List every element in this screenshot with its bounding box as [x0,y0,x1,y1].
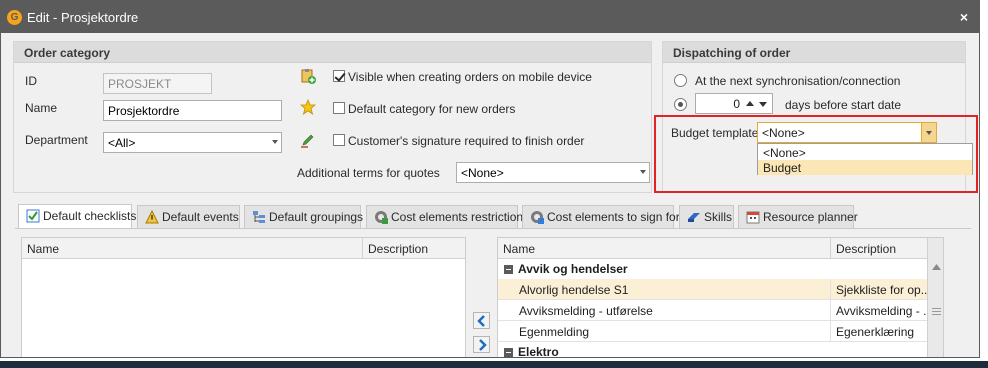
sync-radio[interactable] [674,74,687,87]
scroll-grip-icon[interactable] [932,308,941,315]
row-name: Alvorlig hendelse S1 [514,279,831,300]
scroll-up-icon[interactable] [932,264,941,270]
additional-terms-label: Additional terms for quotes [297,166,440,180]
close-button[interactable]: × [955,8,973,26]
row-description: Sjekkliste for op... [836,283,927,297]
cost-restriction-icon [375,211,388,224]
additional-terms-select[interactable]: <None> [456,162,650,183]
department-value: <All> [108,136,136,150]
tab-resource-planner[interactable]: Resource planner [738,205,858,229]
dispatching-header: Dispatching of order [663,42,965,63]
chevron-right-icon [479,339,487,351]
tab-default-groupings[interactable]: Default groupings [244,205,364,229]
assigned-checklists-grid[interactable]: Name Description [21,237,466,357]
chevron-left-icon [477,315,485,327]
days-before-label: days before start date [785,98,902,112]
tab-cost-elements-sign[interactable]: Cost elements to sign for [522,205,680,229]
signature-required-label: Customer's signature required to finish … [348,134,585,148]
tab-label: Default events [162,210,239,224]
tab-label: Cost elements to sign for [547,210,680,224]
department-select[interactable]: <All> [103,132,282,153]
column-header-description[interactable]: Description [363,238,465,259]
tab-label: Default checklists [43,209,137,223]
title-bar: G Edit - Prosjektordre × [1,1,979,33]
available-checklists-grid[interactable]: Name Description Avvik og hendelser Alvo… [497,237,944,358]
order-category-header: Order category [14,42,651,63]
clipboard-add-icon [301,69,316,84]
tab-label: Cost elements restriction [391,210,524,224]
move-left-button[interactable] [473,312,490,329]
highlight-annotation [654,115,978,193]
days-radio[interactable] [674,98,687,111]
tab-cost-elements-restriction[interactable]: Cost elements restriction [366,205,523,229]
events-icon [145,210,159,224]
chevron-down-icon [640,170,646,174]
days-spinner[interactable]: 0 [695,93,773,114]
group-name: Avvik og hendelser [518,262,628,276]
group-name: Elektro [518,345,559,358]
row-name: Egenmelding [514,321,831,342]
tab-label: Default groupings [269,210,364,224]
group-row[interactable]: Elektro [498,343,927,358]
sync-option-label: At the next synchronisation/connection [695,74,901,88]
row-name: Avviksmelding - utførelse [514,300,831,321]
tab-skills[interactable]: Skills [679,205,734,229]
calendar-icon [746,211,760,224]
cost-sign-icon [531,211,544,224]
grid-header: Name Description [498,238,927,259]
visible-mobile-checkbox[interactable] [333,70,345,82]
edit-dialog: G Edit - Prosjektordre × Order category … [0,0,980,358]
chevron-down-icon [272,140,278,144]
table-row[interactable]: Alvorlig hendelse S1 Sjekkliste for op..… [498,279,927,300]
column-header-name[interactable]: Name [22,238,363,259]
group-row[interactable]: Avvik og hendelser [498,260,927,279]
id-label: ID [25,74,37,88]
app-logo-icon: G [7,10,22,25]
tab-strip-border [15,228,971,229]
tab-label: Skills [704,210,733,224]
name-field[interactable]: Prosjektordre [103,100,282,121]
table-row[interactable]: Egenmelding Egenerklæring [498,321,927,342]
pen-signature-icon [301,134,314,148]
visible-mobile-label: Visible when creating orders on mobile d… [348,70,592,84]
column-header-name[interactable]: Name [498,238,831,259]
table-row[interactable]: Avviksmelding - utførelse Avviksmelding … [498,300,927,321]
spin-down-icon[interactable] [759,102,767,107]
skills-icon [688,213,700,222]
checklist-icon [26,209,40,223]
move-right-button[interactable] [473,336,490,353]
groupings-icon [253,211,265,223]
id-field: PROSJEKT [103,73,212,94]
name-label: Name [25,101,58,115]
spin-up-icon[interactable] [746,101,754,106]
tab-default-events[interactable]: Default events [137,205,240,229]
grid-header: Name Description [22,238,465,259]
collapse-icon[interactable] [504,265,513,274]
tab-default-checklists[interactable]: Default checklists [18,204,136,229]
days-value: 0 [733,97,740,111]
taskbar-strip [0,361,988,368]
additional-terms-value: <None> [461,166,504,180]
row-description: Avviksmelding - ... [836,304,927,318]
window-title: Edit - Prosjektordre [27,10,139,25]
column-header-description[interactable]: Description [831,238,927,259]
department-label: Department [25,133,88,147]
default-category-label: Default category for new orders [348,102,516,116]
tab-label: Resource planner [763,210,858,224]
star-icon [300,99,316,115]
signature-required-checkbox[interactable] [333,134,345,146]
default-category-checkbox[interactable] [333,102,345,114]
row-description: Egenerklæring [836,325,915,339]
vertical-scrollbar[interactable] [927,238,943,357]
collapse-icon[interactable] [504,348,513,357]
